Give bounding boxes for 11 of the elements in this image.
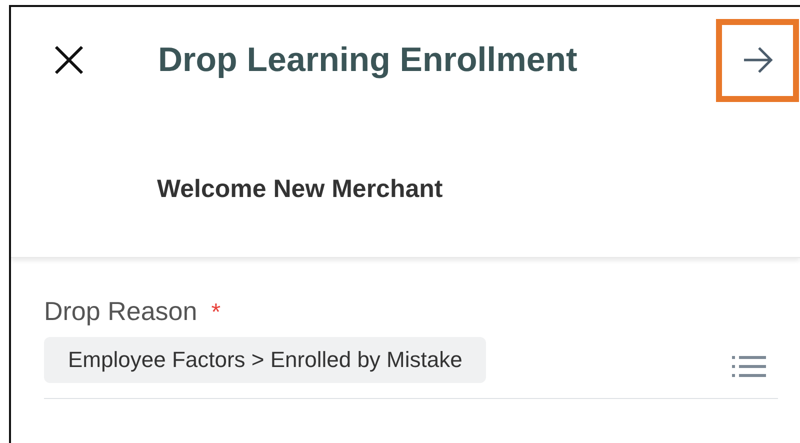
arrow-right-icon xyxy=(742,46,774,74)
required-mark: * xyxy=(211,299,221,327)
forward-button[interactable] xyxy=(716,18,799,102)
selected-value-chip[interactable]: Employee Factors > Enrolled by Mistake xyxy=(44,337,486,383)
list-icon xyxy=(732,355,766,379)
close-button[interactable] xyxy=(53,44,85,76)
page-title: Drop Learning Enrollment xyxy=(158,40,578,80)
subtitle: Welcome New Merchant xyxy=(157,175,444,204)
close-icon xyxy=(54,45,84,75)
field-label: Drop Reason xyxy=(44,296,198,327)
list-button[interactable] xyxy=(732,355,766,379)
